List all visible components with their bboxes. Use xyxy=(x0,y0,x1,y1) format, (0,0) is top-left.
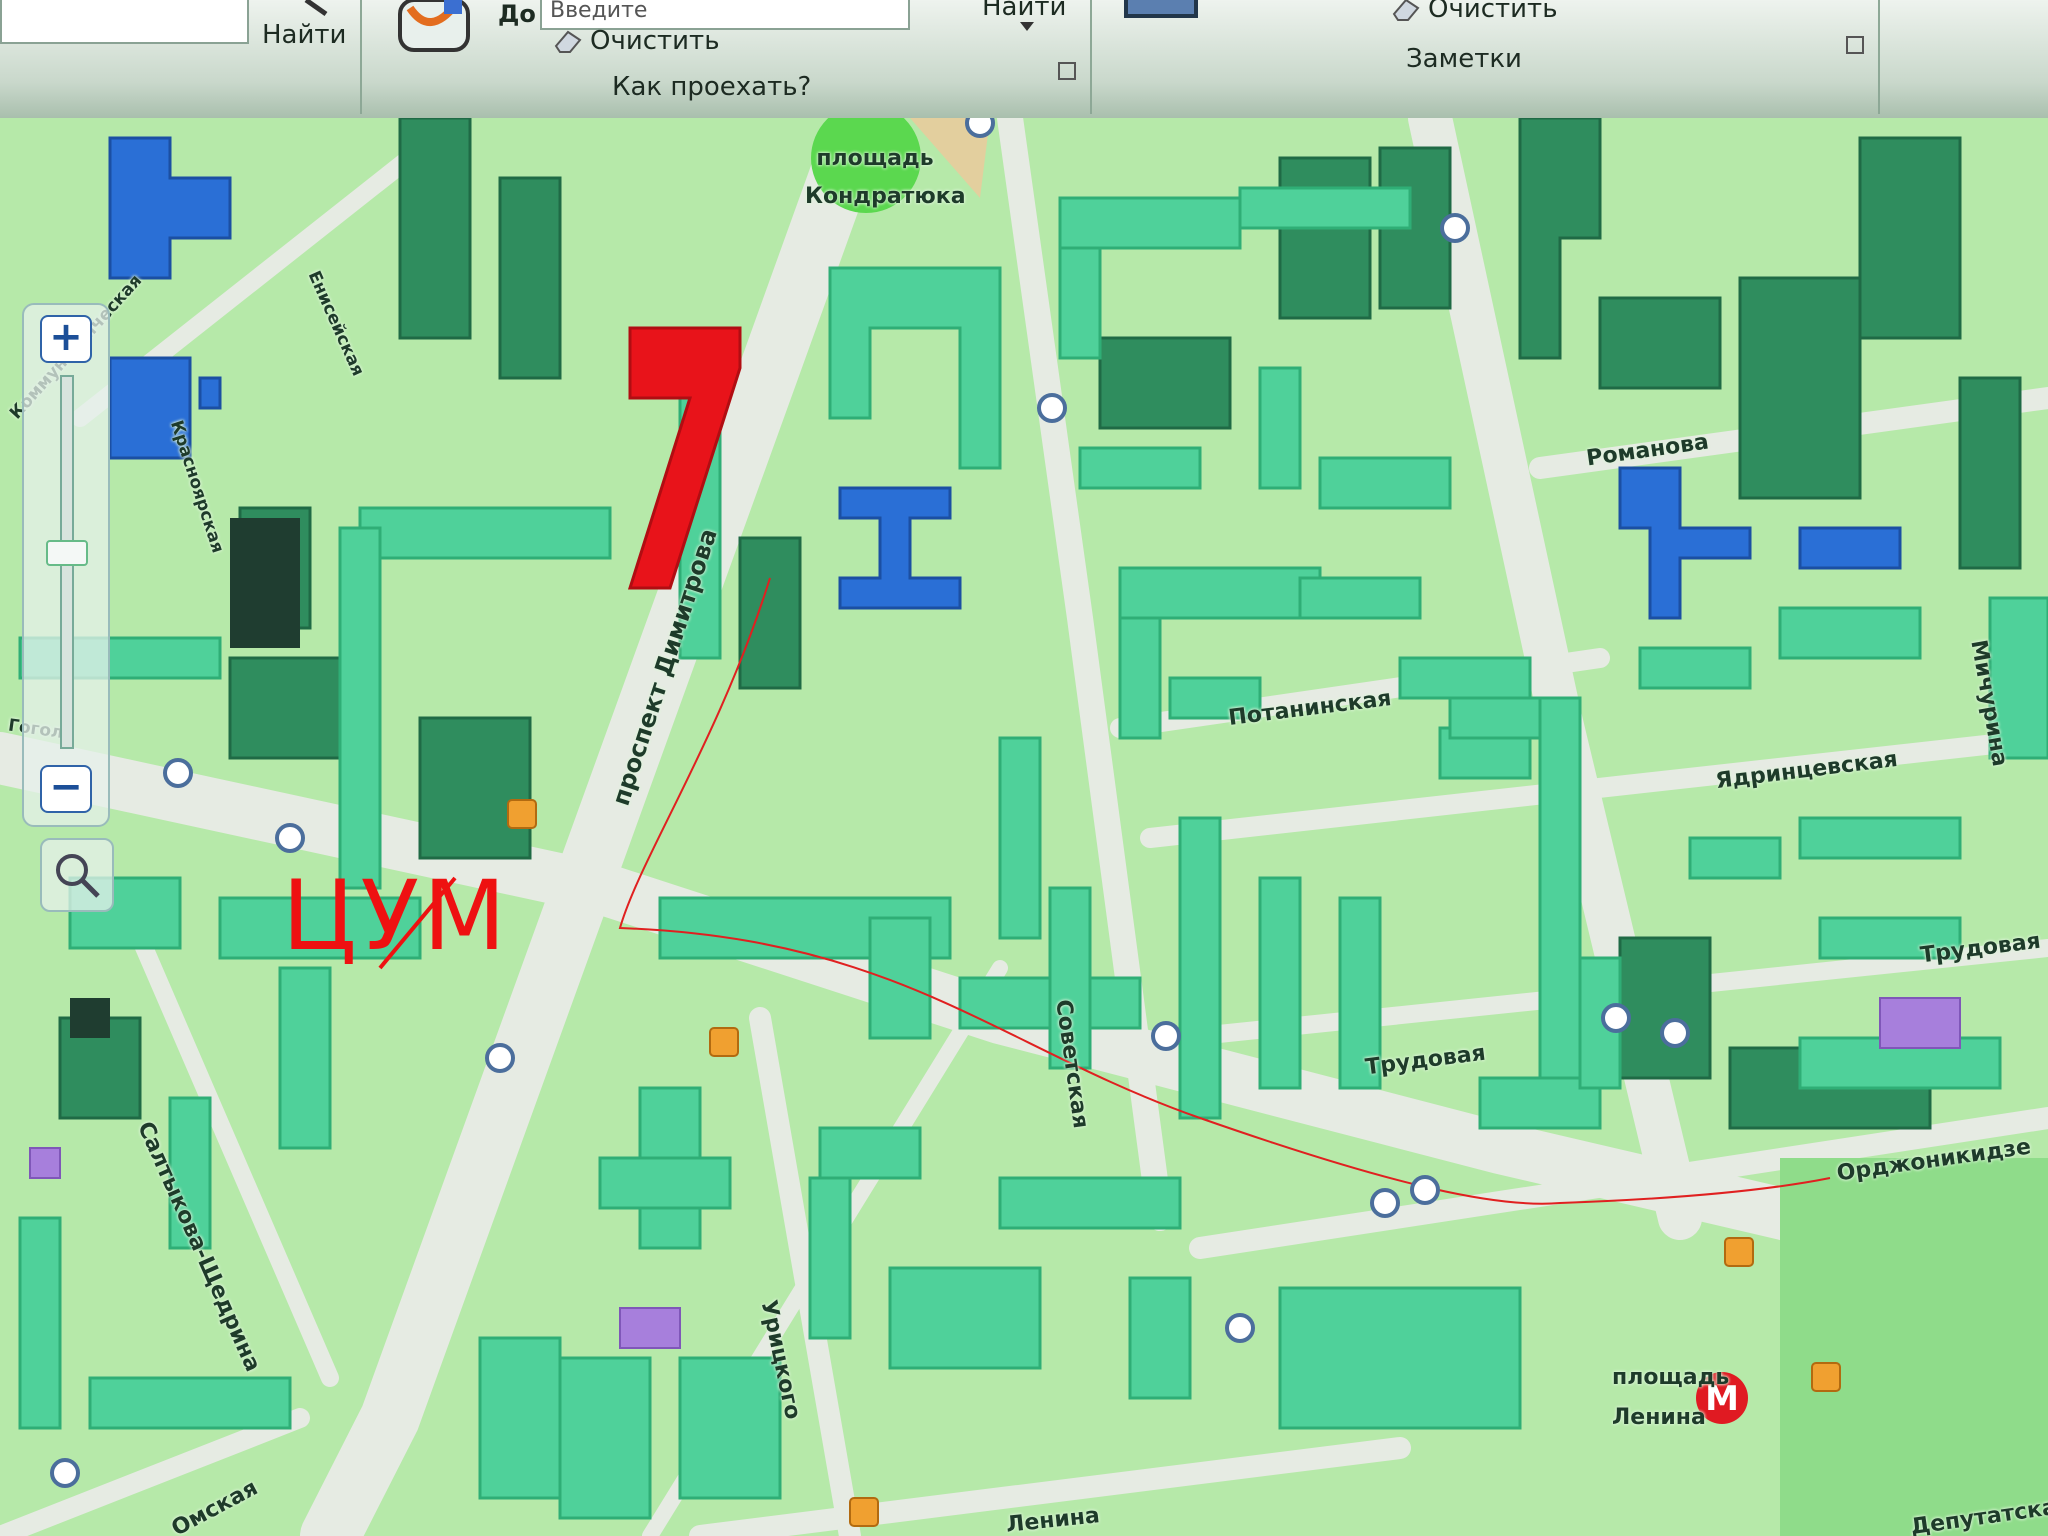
ribbon-toolbar: Найти До Введите Найти Очистить Как прое xyxy=(0,0,2048,121)
poi-icon xyxy=(1811,1362,1841,1392)
find-label: Найти xyxy=(262,20,347,50)
label-lenin-square-text: площадь Ленина xyxy=(1612,1365,1730,1430)
magnifier-icon xyxy=(304,0,328,17)
route-clear-button[interactable]: Очистить xyxy=(552,26,720,56)
route-clear-label: Очистить xyxy=(590,26,720,56)
bus-stop-icon xyxy=(1660,1018,1690,1048)
zoom-out-button[interactable]: − xyxy=(40,765,92,813)
route-to-input-value: Введите xyxy=(550,0,648,23)
zoom-area-button[interactable] xyxy=(40,838,114,912)
map-screen: Найти До Введите Найти Очистить Как прое xyxy=(0,0,2048,1536)
route-icon xyxy=(398,0,470,52)
eraser-icon xyxy=(1392,0,1420,21)
notes-clear-label: Очистить xyxy=(1428,0,1558,24)
annotation-tsum-text: ЦУМ xyxy=(282,860,510,972)
bus-stop-icon xyxy=(1037,393,1067,423)
route-to-label: До xyxy=(498,0,536,28)
bus-stop-icon xyxy=(275,823,305,853)
poi-icon xyxy=(507,799,537,829)
eraser-icon xyxy=(554,30,582,53)
notes-icon xyxy=(1124,0,1198,18)
label-square-kondratyuka: площадь Кондратюка xyxy=(805,140,966,216)
road-omskaya xyxy=(0,1408,310,1536)
poi-icon xyxy=(849,1497,879,1527)
search-input[interactable] xyxy=(0,0,249,44)
bus-stop-icon xyxy=(1370,1188,1400,1218)
bus-stop-icon xyxy=(1601,1003,1631,1033)
bus-stop-icon xyxy=(163,758,193,788)
route-group-expand-icon[interactable] xyxy=(1058,62,1076,80)
label-lenin-square: площадь Ленина xyxy=(1612,1358,1729,1438)
route-group: До Введите Найти Очистить Как проехать? xyxy=(360,0,1092,114)
route-find-dropdown-icon[interactable] xyxy=(1020,22,1034,31)
map-canvas[interactable]: M площадь Кондратюка проспект Димитрова … xyxy=(0,118,2048,1536)
lenin-square-park xyxy=(1780,1158,2048,1536)
bus-stop-icon xyxy=(1225,1313,1255,1343)
zoom-control: + − xyxy=(22,303,110,827)
route-group-label: Как проехать? xyxy=(612,72,812,102)
zoom-slider-thumb[interactable] xyxy=(46,540,88,566)
route-find-button[interactable]: Найти xyxy=(982,0,1066,22)
notes-clear-button[interactable]: Очистить xyxy=(1390,0,1558,24)
zoom-in-button[interactable]: + xyxy=(40,315,92,363)
bus-stop-icon xyxy=(485,1043,515,1073)
bus-stop-icon xyxy=(1410,1175,1440,1205)
poi-icon xyxy=(709,1027,739,1057)
notes-group-expand-icon[interactable] xyxy=(1846,36,1864,54)
bus-stop-icon xyxy=(965,118,995,138)
map-layer: M xyxy=(0,118,2048,1536)
label-square-kondratyuka-text: площадь Кондратюка xyxy=(805,146,966,209)
magnifier-icon xyxy=(56,854,100,898)
search-group: Найти xyxy=(0,0,362,114)
bus-stop-icon xyxy=(50,1458,80,1488)
find-button[interactable]: Найти xyxy=(262,20,346,50)
poi-icon xyxy=(1724,1237,1754,1267)
notes-group-label: Заметки xyxy=(1406,44,1522,74)
route-find-label: Найти xyxy=(982,0,1067,22)
bus-stop-icon xyxy=(1440,213,1470,243)
notes-group: Очистить Заметки xyxy=(1092,0,1880,114)
bus-stop-icon xyxy=(1151,1021,1181,1051)
